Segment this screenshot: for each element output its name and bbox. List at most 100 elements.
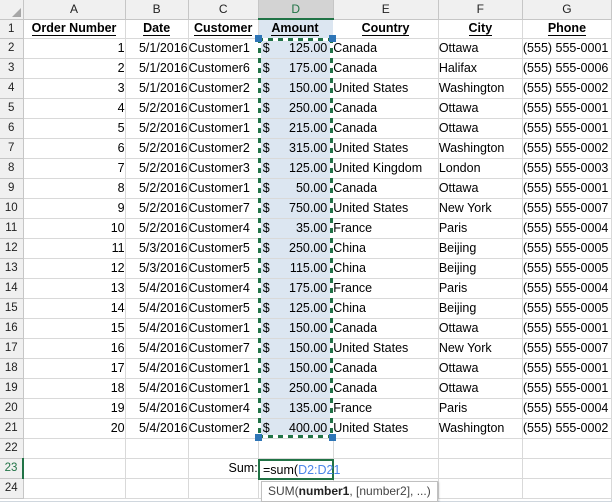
cell-order-number[interactable]: 13 bbox=[23, 278, 126, 299]
cell-country[interactable]: China bbox=[333, 258, 439, 279]
cell-amount[interactable]: $215.00 bbox=[258, 118, 334, 139]
cell-country[interactable]: United Kingdom bbox=[333, 158, 439, 179]
row-header-10[interactable]: 10 bbox=[0, 198, 24, 219]
cell-customer[interactable]: Customer1 bbox=[188, 178, 259, 199]
cell-amount[interactable]: $250.00 bbox=[258, 238, 334, 259]
cell-empty-g22[interactable] bbox=[522, 438, 612, 459]
column-header-c[interactable]: C bbox=[188, 0, 259, 20]
cell-customer[interactable]: Customer4 bbox=[188, 278, 259, 299]
cell-city[interactable]: Washington bbox=[438, 78, 523, 99]
row-header-12[interactable]: 12 bbox=[0, 238, 24, 259]
cell-amount[interactable]: $125.00 bbox=[258, 38, 334, 59]
row-header-24[interactable]: 24 bbox=[0, 478, 24, 499]
select-all-corner-button[interactable] bbox=[0, 0, 24, 20]
row-header-11[interactable]: 11 bbox=[0, 218, 24, 239]
sum-label-cell[interactable]: Sum: bbox=[188, 458, 259, 479]
cell-date[interactable]: 5/1/2016 bbox=[125, 78, 189, 99]
cell-city[interactable]: Washington bbox=[438, 418, 523, 439]
cell-phone[interactable]: (555) 555-0001 bbox=[522, 358, 612, 379]
cell-amount[interactable]: $125.00 bbox=[258, 158, 334, 179]
cell-country[interactable]: United States bbox=[333, 78, 439, 99]
cell-phone[interactable]: (555) 555-0001 bbox=[522, 318, 612, 339]
cell-country[interactable]: Canada bbox=[333, 378, 439, 399]
cell-phone[interactable]: (555) 555-0001 bbox=[522, 118, 612, 139]
cell-order-number[interactable]: 4 bbox=[23, 98, 126, 119]
cell-order-number[interactable]: 3 bbox=[23, 78, 126, 99]
cell-country[interactable]: France bbox=[333, 278, 439, 299]
cell-order-number[interactable]: 5 bbox=[23, 118, 126, 139]
cell-date[interactable]: 5/1/2016 bbox=[125, 58, 189, 79]
cell-country[interactable]: China bbox=[333, 298, 439, 319]
cell-empty-f23[interactable] bbox=[438, 458, 523, 479]
cell-customer[interactable]: Customer7 bbox=[188, 338, 259, 359]
cell-date[interactable]: 5/2/2016 bbox=[125, 138, 189, 159]
cell-phone[interactable]: (555) 555-0003 bbox=[522, 158, 612, 179]
cell-order-number[interactable]: 12 bbox=[23, 258, 126, 279]
cell-date[interactable]: 5/4/2016 bbox=[125, 338, 189, 359]
spreadsheet-grid[interactable]: A B C D E F G 1 Order Number Date Customer Amount Co… bbox=[0, 0, 612, 502]
cell-amount[interactable]: $35.00 bbox=[258, 218, 334, 239]
cell-date[interactable]: 5/4/2016 bbox=[125, 398, 189, 419]
cell-country[interactable]: Canada bbox=[333, 38, 439, 59]
cell-country[interactable]: United States bbox=[333, 338, 439, 359]
cell-customer[interactable]: Customer1 bbox=[188, 38, 259, 59]
column-header-a[interactable]: A bbox=[23, 0, 126, 20]
cell-city[interactable]: Beijing bbox=[438, 258, 523, 279]
cell-order-number[interactable]: 9 bbox=[23, 198, 126, 219]
cell-city[interactable]: New York bbox=[438, 198, 523, 219]
cell-date[interactable]: 5/2/2016 bbox=[125, 98, 189, 119]
cell-city[interactable]: Paris bbox=[438, 398, 523, 419]
cell-empty-g24[interactable] bbox=[522, 478, 612, 499]
cell-country[interactable]: United States bbox=[333, 138, 439, 159]
cell-order-number[interactable]: 2 bbox=[23, 58, 126, 79]
cell-phone[interactable]: (555) 555-0004 bbox=[522, 398, 612, 419]
cell-amount[interactable]: $125.00 bbox=[258, 298, 334, 319]
cell-date[interactable]: 5/2/2016 bbox=[125, 178, 189, 199]
cell-empty-a22[interactable] bbox=[23, 438, 126, 459]
column-title-date[interactable]: Date bbox=[125, 19, 189, 39]
row-header-2[interactable]: 2 bbox=[0, 38, 24, 59]
cell-phone[interactable]: (555) 555-0001 bbox=[522, 98, 612, 119]
column-header-f[interactable]: F bbox=[438, 0, 523, 20]
column-title-order-number[interactable]: Order Number bbox=[23, 19, 126, 39]
cell-city[interactable]: Paris bbox=[438, 278, 523, 299]
cell-phone[interactable]: (555) 555-0002 bbox=[522, 418, 612, 439]
column-title-city[interactable]: City bbox=[438, 19, 523, 39]
cell-phone[interactable]: (555) 555-0001 bbox=[522, 38, 612, 59]
cell-date[interactable]: 5/2/2016 bbox=[125, 158, 189, 179]
cell-city[interactable]: Paris bbox=[438, 218, 523, 239]
row-header-3[interactable]: 3 bbox=[0, 58, 24, 79]
cell-empty-e22[interactable] bbox=[333, 438, 439, 459]
cell-date[interactable]: 5/4/2016 bbox=[125, 278, 189, 299]
column-header-d[interactable]: D bbox=[258, 0, 334, 20]
cell-city[interactable]: Halifax bbox=[438, 58, 523, 79]
cell-country[interactable]: Canada bbox=[333, 118, 439, 139]
cell-customer[interactable]: Customer2 bbox=[188, 78, 259, 99]
cell-date[interactable]: 5/2/2016 bbox=[125, 118, 189, 139]
cell-city[interactable]: London bbox=[438, 158, 523, 179]
row-header-22[interactable]: 22 bbox=[0, 438, 24, 459]
cell-amount[interactable]: $175.00 bbox=[258, 278, 334, 299]
cell-phone[interactable]: (555) 555-0002 bbox=[522, 138, 612, 159]
cell-city[interactable]: New York bbox=[438, 338, 523, 359]
cell-phone[interactable]: (555) 555-0001 bbox=[522, 378, 612, 399]
cell-empty-d22[interactable] bbox=[258, 438, 334, 459]
row-header-21[interactable]: 21 bbox=[0, 418, 24, 439]
cell-city[interactable]: Beijing bbox=[438, 298, 523, 319]
cell-customer[interactable]: Customer1 bbox=[188, 118, 259, 139]
cell-amount[interactable]: $150.00 bbox=[258, 358, 334, 379]
cell-city[interactable]: Ottawa bbox=[438, 378, 523, 399]
row-header-5[interactable]: 5 bbox=[0, 98, 24, 119]
cell-customer[interactable]: Customer3 bbox=[188, 158, 259, 179]
cell-phone[interactable]: (555) 555-0005 bbox=[522, 298, 612, 319]
cell-customer[interactable]: Customer7 bbox=[188, 198, 259, 219]
cell-city[interactable]: Ottawa bbox=[438, 98, 523, 119]
cell-phone[interactable]: (555) 555-0005 bbox=[522, 238, 612, 259]
row-header-7[interactable]: 7 bbox=[0, 138, 24, 159]
cell-amount[interactable]: $315.00 bbox=[258, 138, 334, 159]
row-header-16[interactable]: 16 bbox=[0, 318, 24, 339]
cell-date[interactable]: 5/2/2016 bbox=[125, 198, 189, 219]
row-header-6[interactable]: 6 bbox=[0, 118, 24, 139]
cell-date[interactable]: 5/4/2016 bbox=[125, 318, 189, 339]
cell-amount[interactable]: $150.00 bbox=[258, 78, 334, 99]
